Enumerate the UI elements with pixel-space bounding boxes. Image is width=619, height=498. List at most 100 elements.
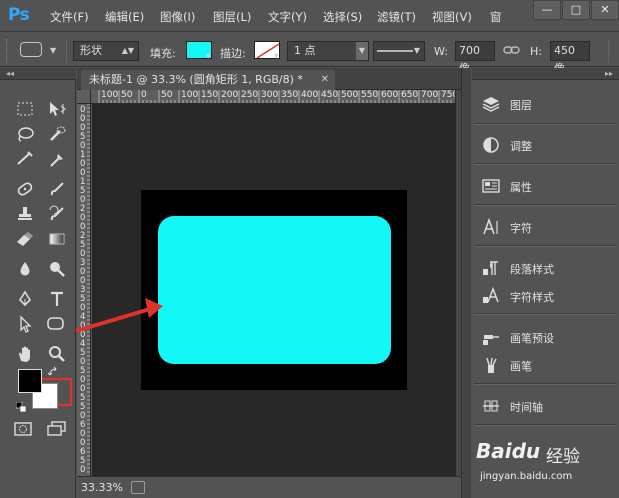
tool-mode-value: 形状 [80,44,102,57]
horizontal-ruler[interactable]: 100 50 0 50 100 150 200 250 300 350 400 450 500 550 60… [77,90,455,104]
panel-dock-edge[interactable] [461,68,471,498]
screen-mode-icon[interactable] [44,418,70,440]
panel-brush-presets[interactable]: 画笔预设 [472,323,619,351]
adjustments-icon [483,137,499,153]
path-selection-tool-icon[interactable] [12,313,38,335]
tools-panel: ◂◂ [0,68,76,498]
stroke-width-select[interactable]: 1 点 ▼ [287,41,369,61]
ruler-tick-label: 250 [241,90,259,100]
default-colors-icon[interactable] [15,401,27,413]
brush-tool-icon[interactable] [44,178,70,200]
type-tool-icon[interactable] [44,288,70,310]
panel-paragraph-styles-label: 段落样式 [510,263,554,276]
menu-file[interactable]: 文件(F) [50,9,89,25]
minimize-button[interactable]: — [533,0,561,20]
blur-tool-icon[interactable] [12,258,38,280]
panel-adjustments-label: 调整 [510,140,532,153]
rounded-rectangle-tool-preset-icon[interactable] [20,42,42,57]
dodge-tool-icon[interactable] [44,258,70,280]
window-controls: — □ ✕ [532,0,619,22]
height-label: H: [530,45,542,58]
move-tool-icon[interactable] [44,98,70,120]
ruler-tick-label: 150 [201,90,219,100]
crop-tool-icon[interactable] [12,148,38,170]
menu-window[interactable]: 窗 [490,9,502,25]
eraser-tool-icon[interactable] [12,228,38,250]
panel-layers-label: 图层 [510,99,532,112]
ruler-origin[interactable] [77,90,91,104]
document-tab-title: 未标题-1 @ 33.3% (圆角矩形 1, RGB/8) * [89,73,303,86]
divider [474,204,617,206]
swap-colors-icon[interactable] [47,366,60,381]
chevron-down-icon[interactable]: ▼ [50,46,56,55]
menu-image[interactable]: 图像(I) [160,9,195,25]
pen-tool-icon[interactable] [12,288,38,310]
photoshop-logo: Ps [8,5,30,25]
status-info-icon[interactable] [131,481,145,494]
close-button[interactable]: ✕ [591,0,619,20]
link-icon[interactable] [503,43,521,60]
zoom-tool-icon[interactable] [44,343,70,365]
quick-mask-icon[interactable] [10,418,36,440]
ruler-tick-label: 200 [221,90,239,100]
rounded-rectangle-shape[interactable] [158,216,391,364]
menu-type[interactable]: 文字(Y) [268,9,307,25]
stroke-type-select[interactable]: ▼ [373,41,425,61]
marquee-tool-icon[interactable] [12,98,38,120]
divider [474,424,617,426]
panel-properties-label: 属性 [510,181,532,194]
quick-selection-tool-icon[interactable] [44,123,70,145]
menu-filter[interactable]: 滤镜(T) [377,9,416,25]
panel-adjustments[interactable]: 调整 [472,131,619,159]
healing-brush-tool-icon[interactable] [12,178,38,200]
watermark-text: 经验 [546,447,580,467]
paragraph-styles-icon [483,261,498,275]
ruler-tick-label: 650 [401,90,419,100]
menu-bar: Ps 文件(F) 编辑(E) 图像(I) 图层(L) 文字(Y) 选择(S) 滤… [0,0,619,32]
panel-timeline[interactable]: 时间轴 [472,392,619,420]
lasso-tool-icon[interactable] [12,123,38,145]
panel-brush-label: 画笔 [510,360,532,373]
menu-select[interactable]: 选择(S) [323,9,362,25]
zoom-level[interactable]: 33.33% [81,481,123,494]
options-bar-grip[interactable] [6,39,9,63]
ruler-tick-label: 400 [301,90,319,100]
updown-icon: ▲▼ [121,46,134,55]
baidu-logo: Baidu [476,439,541,463]
foreground-color-swatch[interactable] [18,369,42,393]
collapse-tools-button[interactable]: ◂◂ [0,68,76,80]
panel-timeline-label: 时间轴 [510,401,543,414]
menu-edit[interactable]: 编辑(E) [105,9,144,25]
close-icon[interactable]: ✕ [321,70,329,89]
gradient-tool-icon[interactable] [44,228,70,250]
restore-button[interactable]: □ [562,0,590,20]
rounded-rectangle-tool-icon[interactable] [43,313,69,335]
vertical-ruler[interactable]: 0005010015020025030035040045050055060065… [77,104,91,476]
tool-mode-select[interactable]: 形状 ▲▼ [73,41,139,61]
ruler-tick-label: 550 [361,90,379,100]
history-brush-tool-icon[interactable] [44,203,70,225]
eyedropper-tool-icon[interactable] [44,148,70,170]
menu-layer[interactable]: 图层(L) [213,9,251,25]
canvas-area[interactable] [92,104,455,476]
collapse-panels-button[interactable]: ▸▸ [472,68,619,80]
chevron-down-icon[interactable]: ▼ [206,53,211,60]
document-tab[interactable]: 未标题-1 @ 33.3% (圆角矩形 1, RGB/8) * ✕ [81,70,335,90]
panel-character[interactable]: 字符 [472,213,619,241]
panel-properties[interactable]: 属性 [472,172,619,200]
panel-character-styles[interactable]: 字符样式 [472,282,619,310]
ruler-tick-label: 300 [261,90,279,100]
document-canvas[interactable] [141,190,407,390]
clone-stamp-tool-icon[interactable] [12,203,38,225]
panel-brush[interactable]: 画笔 [472,351,619,379]
ruler-tick-label: 600 [381,90,399,100]
menu-view[interactable]: 视图(V) [432,9,472,25]
height-input[interactable]: 450 像 [550,41,590,75]
panel-paragraph-styles[interactable]: 段落样式 [472,254,619,282]
ruler-tick-label: 350 [281,90,299,100]
chevron-down-icon[interactable]: ▼ [274,53,279,60]
width-input[interactable]: 700 像 [455,41,495,75]
hand-tool-icon[interactable] [12,343,38,365]
panel-layers[interactable]: 图层 [472,90,619,118]
ruler-tick-label: 100 [101,90,119,100]
